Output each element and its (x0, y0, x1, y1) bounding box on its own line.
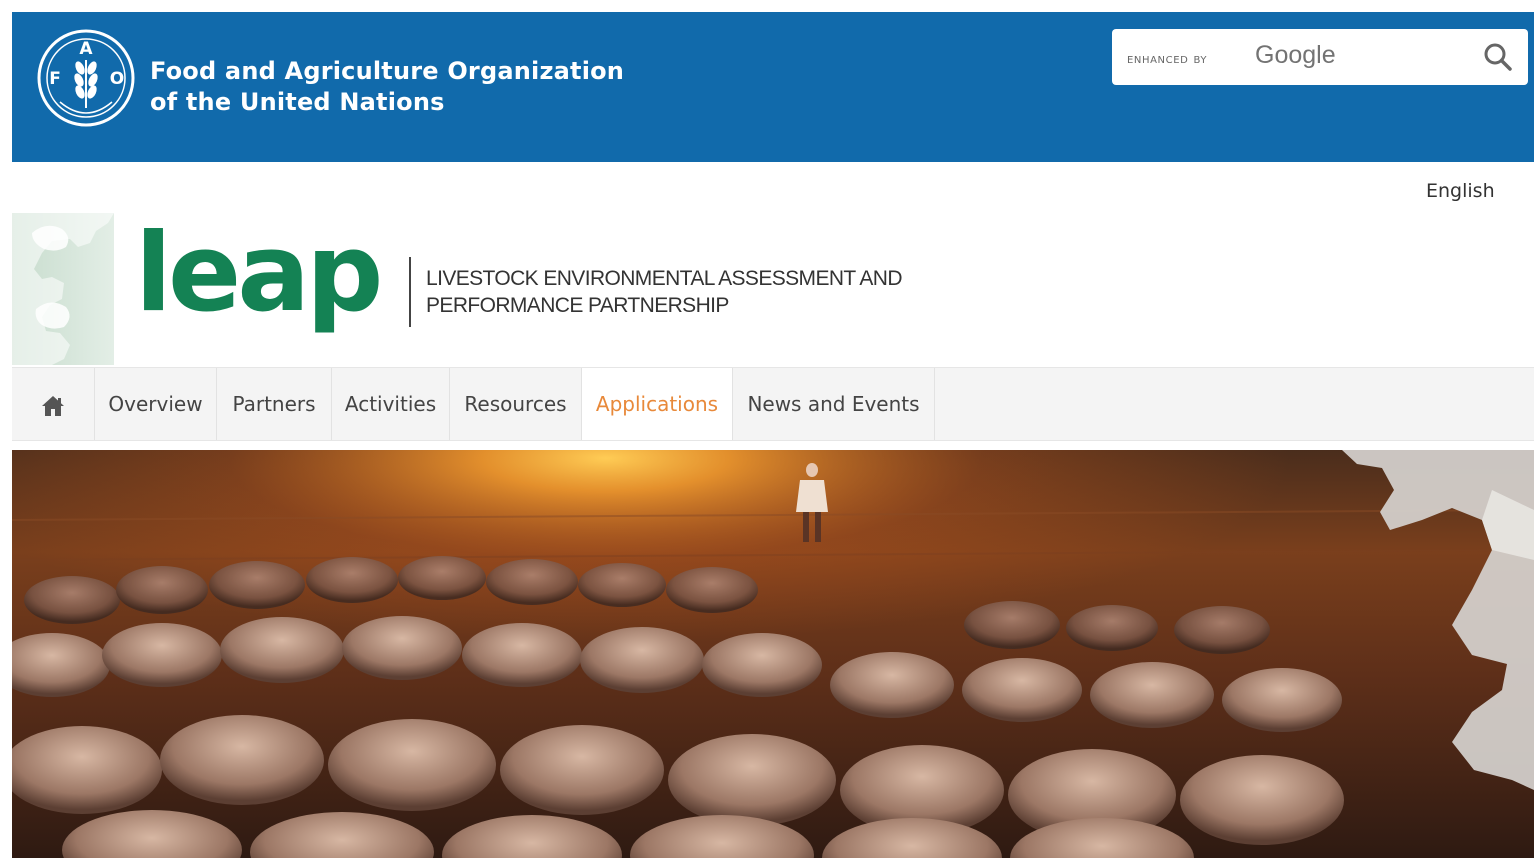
page: F A O Food and Agriculture Organization … (0, 0, 1534, 858)
nav-item-applications[interactable]: Applications (582, 368, 733, 440)
main-navigation: Overview Partners Activities Resources A… (12, 367, 1534, 441)
fao-logo-icon[interactable]: F A O (36, 28, 136, 128)
leap-logo-divider (409, 257, 411, 327)
fao-logo-letter-f: F (49, 69, 61, 89)
fao-logo-letter-a: A (79, 39, 93, 59)
fao-name-line-2: of the United Nations (150, 88, 445, 116)
enhanced-by-label: enhanced by (1127, 51, 1208, 67)
nav-item-activities[interactable]: Activities (332, 368, 450, 440)
google-wordmark: Google (1255, 41, 1336, 69)
home-icon (42, 395, 64, 416)
hero-banner-image (12, 450, 1534, 858)
leap-logo-wordmark[interactable]: leap (135, 214, 383, 334)
leap-tagline: LIVESTOCK ENVIRONMENTAL ASSESSMENT AND P… (426, 265, 902, 319)
leap-tagline-line-2: PERFORMANCE PARTNERSHIP (426, 294, 729, 317)
fao-organization-name[interactable]: Food and Agriculture Organization of the… (150, 56, 624, 118)
fao-logo-letter-o: O (110, 69, 124, 89)
nav-item-partners[interactable]: Partners (217, 368, 332, 440)
nav-item-resources[interactable]: Resources (450, 368, 582, 440)
google-search-box: enhanced by Google (1112, 29, 1528, 85)
sheep-flock-at-sunset-image (12, 450, 1534, 858)
nav-item-overview[interactable]: Overview (95, 368, 217, 440)
nav-home-button[interactable] (12, 368, 95, 440)
language-selector-english[interactable]: English (1426, 180, 1495, 202)
fao-name-line-1: Food and Agriculture Organization (150, 57, 625, 85)
livestock-silhouettes-icon (12, 213, 114, 365)
search-button-magnifier-icon[interactable] (1482, 41, 1514, 73)
nav-item-news-and-events[interactable]: News and Events (733, 368, 935, 440)
leap-tagline-line-1: LIVESTOCK ENVIRONMENTAL ASSESSMENT AND (426, 267, 902, 290)
fao-header-bar: F A O Food and Agriculture Organization … (12, 12, 1534, 162)
